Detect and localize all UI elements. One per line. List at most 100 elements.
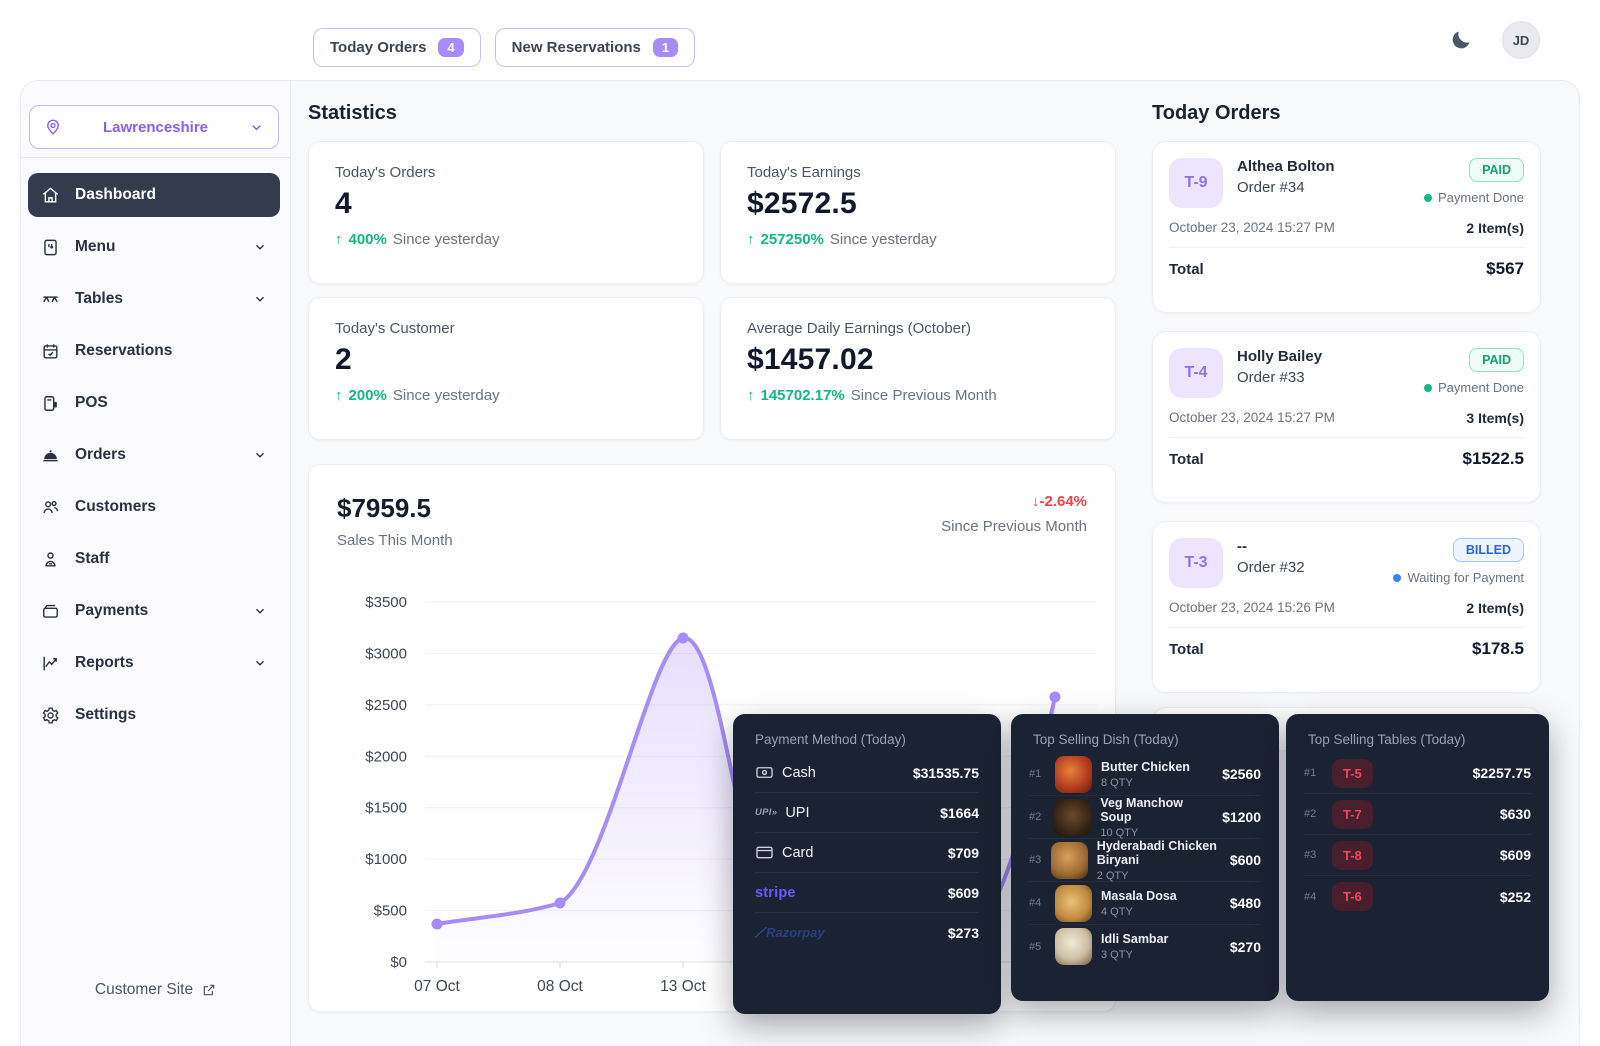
avatar[interactable]: JD xyxy=(1502,21,1540,59)
dish-row: #3 Hyderabadi Chicken Biryani 2 QTY $600 xyxy=(1029,839,1261,882)
location-pin-icon xyxy=(44,118,62,136)
dish-row: #2 Veg Manchow Soup 10 QTY $1200 xyxy=(1029,796,1261,839)
dark-mode-toggle[interactable] xyxy=(1446,25,1476,55)
sidebar-item-label: Dashboard xyxy=(75,186,267,204)
table-badge: T-9 xyxy=(1169,158,1223,208)
pos-terminal-icon xyxy=(41,394,60,413)
payment-amount: $1664 xyxy=(940,805,979,821)
top-bar: Today Orders 4 New Reservations 1 JD xyxy=(0,0,1600,80)
stat-card-todays-earnings: Today's Earnings $2572.5 ↑ 257250% Since… xyxy=(720,141,1116,284)
rank-label: #1 xyxy=(1304,767,1321,779)
x-tick: 13 Oct xyxy=(660,978,706,995)
dish-photo xyxy=(1051,842,1088,879)
y-tick: $0 xyxy=(390,954,407,971)
status-dot xyxy=(1424,194,1432,202)
location-selector[interactable]: Lawrenceshire xyxy=(29,105,279,149)
order-card[interactable]: T-3 -- Order #32 BILLED Waiting for Paym… xyxy=(1152,521,1541,693)
customer-name: Holly Bailey xyxy=(1237,348,1322,365)
stat-change-suffix: Since yesterday xyxy=(393,387,500,404)
sidebar-item-customers[interactable]: Customers xyxy=(28,485,280,529)
today-orders-button[interactable]: Today Orders 4 xyxy=(313,28,481,67)
order-number: Order #34 xyxy=(1237,179,1335,196)
status-badge: PAID xyxy=(1469,348,1524,372)
data-point xyxy=(432,919,443,930)
table-badge: T-7 xyxy=(1332,800,1373,829)
dish-row: #1 Butter Chicken 8 QTY $2560 xyxy=(1029,753,1261,796)
order-items-count: 3 Item(s) xyxy=(1466,410,1524,426)
dish-photo xyxy=(1055,756,1092,793)
sidebar-item-dashboard[interactable]: Dashboard xyxy=(28,173,280,217)
payment-row: stripe $609 xyxy=(755,873,979,913)
top-selling-dish-title: Top Selling Dish (Today) xyxy=(1011,714,1279,753)
sidebar-item-reports[interactable]: Reports xyxy=(28,641,280,685)
customer-site-link[interactable]: Customer Site xyxy=(21,981,291,999)
sidebar-item-settings[interactable]: Settings xyxy=(28,693,280,737)
sidebar-item-label: Payments xyxy=(75,602,238,620)
sidebar-item-label: POS xyxy=(75,394,267,412)
order-number: Order #32 xyxy=(1237,559,1305,576)
dish-name: Hyderabadi Chicken Biryani xyxy=(1097,839,1221,867)
stat-label: Today's Earnings xyxy=(747,164,1089,181)
sidebar-item-staff[interactable]: Staff xyxy=(28,537,280,581)
stat-change-suffix: Since Previous Month xyxy=(851,387,997,404)
divider xyxy=(1169,627,1524,628)
table-amount: $630 xyxy=(1500,806,1531,822)
payment-method-title: Payment Method (Today) xyxy=(733,714,1001,753)
status-dot xyxy=(1424,384,1432,392)
today-orders-heading: Today Orders xyxy=(1152,102,1281,125)
table-amount: $609 xyxy=(1500,847,1531,863)
sidebar-nav: Dashboard Menu Tables Rese xyxy=(28,173,280,745)
sidebar-item-payments[interactable]: Payments xyxy=(28,589,280,633)
rank-label: #4 xyxy=(1029,897,1046,909)
table-row: #3 T-8 $609 xyxy=(1304,835,1531,876)
stat-label: Today's Customer xyxy=(335,320,677,337)
order-datetime: October 23, 2024 15:27 PM xyxy=(1169,410,1335,426)
sales-change-label: Since Previous Month xyxy=(941,518,1087,535)
dish-photo xyxy=(1055,885,1092,922)
stat-value: 4 xyxy=(335,187,677,221)
order-card[interactable]: T-4 Holly Bailey Order #33 PAID Payment … xyxy=(1152,331,1541,503)
chevron-down-icon xyxy=(253,604,267,618)
status-note: Waiting for Payment xyxy=(1407,570,1524,585)
total-label: Total xyxy=(1169,641,1204,658)
payment-amount: $31535.75 xyxy=(913,765,979,781)
sidebar-item-menu[interactable]: Menu xyxy=(28,225,280,269)
new-reservations-button[interactable]: New Reservations 1 xyxy=(495,28,695,67)
sidebar-item-pos[interactable]: POS xyxy=(28,381,280,425)
new-reservations-button-label: New Reservations xyxy=(512,39,641,56)
table-amount: $252 xyxy=(1500,889,1531,905)
statistics-heading: Statistics xyxy=(308,102,397,125)
upi-logo-icon: UPI» xyxy=(755,807,777,818)
order-items-count: 2 Item(s) xyxy=(1466,220,1524,236)
up-arrow-icon: ↑ xyxy=(335,231,343,248)
sidebar-item-orders[interactable]: Orders xyxy=(28,433,280,477)
stat-cards: Today's Orders 4 ↑ 400% Since yesterday … xyxy=(308,141,1116,440)
cash-icon xyxy=(755,763,774,782)
table-row: #1 T-5 $2257.75 xyxy=(1304,753,1531,794)
rank-label: #2 xyxy=(1304,808,1321,820)
payment-row: Card $709 xyxy=(755,833,979,873)
order-number: Order #33 xyxy=(1237,369,1322,386)
today-orders-count-badge: 4 xyxy=(438,38,463,57)
stat-change-suffix: Since yesterday xyxy=(393,231,500,248)
up-arrow-icon: ↑ xyxy=(747,387,755,404)
data-point xyxy=(678,633,689,644)
sidebar-divider xyxy=(21,157,290,158)
razorpay-logo-icon: ⟋Razorpay xyxy=(755,925,825,941)
order-card[interactable]: T-9 Althea Bolton Order #34 PAID Payment… xyxy=(1152,141,1541,313)
stat-change: 400% xyxy=(349,231,387,248)
table-badge: T-4 xyxy=(1169,348,1223,398)
sidebar-item-tables[interactable]: Tables xyxy=(28,277,280,321)
stat-change-suffix: Since yesterday xyxy=(830,231,937,248)
report-chart-icon xyxy=(41,654,60,673)
dish-amount: $600 xyxy=(1230,852,1261,868)
chevron-down-icon xyxy=(253,240,267,254)
users-icon xyxy=(41,498,60,517)
customer-name: -- xyxy=(1237,538,1305,555)
x-tick: 08 Oct xyxy=(537,978,583,995)
divider xyxy=(1169,247,1524,248)
sidebar-item-reservations[interactable]: Reservations xyxy=(28,329,280,373)
chevron-down-icon xyxy=(253,292,267,306)
dish-amount: $480 xyxy=(1230,895,1261,911)
stat-card-average-daily-earnings: Average Daily Earnings (October) $1457.0… xyxy=(720,297,1116,440)
